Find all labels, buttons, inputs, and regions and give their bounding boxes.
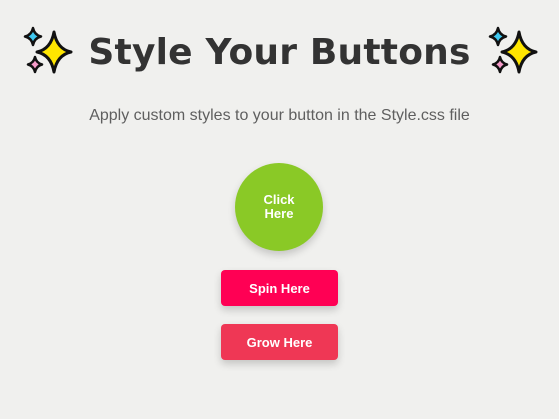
- page-title: Style Your Buttons: [88, 31, 471, 73]
- spin-here-button[interactable]: Spin Here: [221, 270, 338, 306]
- click-here-button[interactable]: Click Here: [235, 163, 323, 251]
- sparkles-icon: [488, 26, 538, 74]
- sparkles-icon: [24, 26, 73, 74]
- title-row: Style Your Buttons: [0, 24, 559, 80]
- grow-here-button[interactable]: Grow Here: [221, 324, 338, 360]
- page-subtitle: Apply custom styles to your button in th…: [89, 107, 470, 124]
